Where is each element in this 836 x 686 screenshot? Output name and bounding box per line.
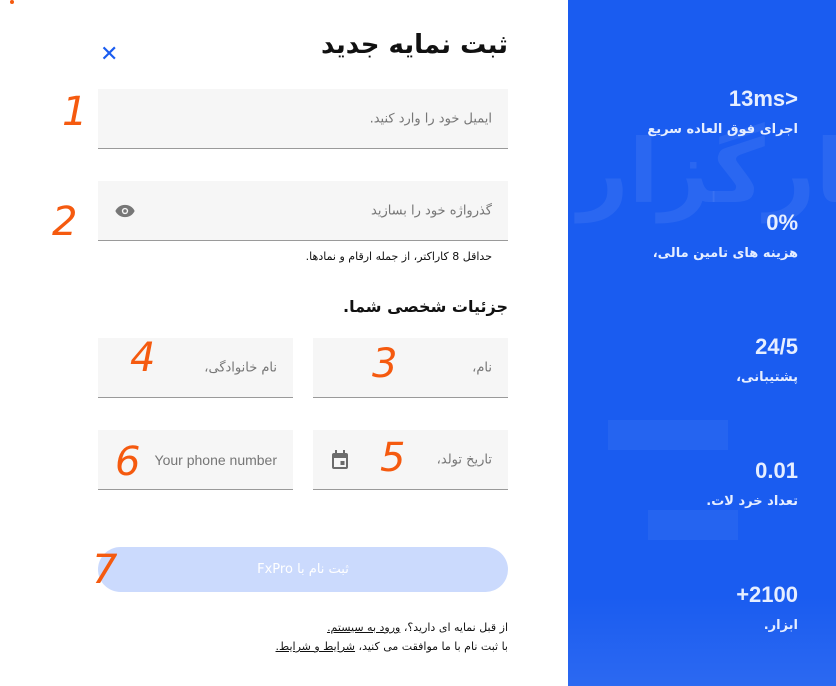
stat-value: 0.01 [755, 458, 798, 483]
password-placeholder: گذرواژه خود را بسازید [371, 203, 492, 218]
last-name-placeholder: نام خانوادگی، [204, 360, 277, 375]
email-field[interactable]: ایمیل خود را وارد کنید. [98, 89, 508, 149]
stat-item: 13ms> اجرای فوق العاده سریع [647, 86, 798, 137]
eye-icon[interactable] [114, 204, 136, 218]
stat-item: 24/5 پشتیبانی، [736, 334, 798, 385]
watermark-band [608, 420, 728, 450]
annotation-7: 7 [92, 547, 118, 593]
terms-link[interactable]: شرایط و شرایط. [276, 640, 356, 653]
stat-label: تعداد خرد لات. [706, 494, 798, 509]
page-title: ثبت نمایه جدید [320, 30, 508, 60]
stat-item: +2100 ابزار. [736, 582, 798, 633]
side-panel: کارگزار 13ms> اجرای فوق العاده سریع 0% ه… [568, 0, 836, 686]
submit-button[interactable]: ثبت نام با FxPro [98, 547, 508, 592]
annotation-4: 4 [130, 335, 156, 381]
stat-value: +2100 [736, 582, 798, 607]
password-field[interactable]: گذرواژه خود را بسازید [98, 181, 508, 241]
footer-text: از قبل نمایه ای دارید؟، ورود به سیستم. ب… [276, 618, 508, 656]
annotation-2: 2 [52, 199, 78, 245]
email-placeholder: ایمیل خود را وارد کنید. [369, 111, 492, 126]
close-icon[interactable]: ✕ [100, 44, 118, 66]
phone-placeholder: Your phone number [154, 451, 277, 468]
stat-item: 0.01 تعداد خرد لات. [706, 458, 798, 509]
registration-form-area: ✕ ثبت نمایه جدید ایمیل خود را وارد کنید.… [0, 0, 568, 686]
birthdate-placeholder: تاریخ تولد، [436, 452, 492, 467]
last-name-field[interactable]: نام خانوادگی، [98, 338, 293, 398]
annotation-6: 6 [115, 439, 141, 485]
annotation-5: 5 [380, 435, 406, 481]
stat-item: 0% هزینه های تامین مالی، [653, 210, 798, 261]
section-title: جزئیات شخصی شما. [342, 297, 508, 316]
footer-line1: از قبل نمایه ای دارید؟، [403, 621, 508, 634]
login-link[interactable]: ورود به سیستم. [327, 621, 400, 634]
stat-label: هزینه های تامین مالی، [652, 246, 798, 261]
birthdate-field[interactable]: تاریخ تولد، [313, 430, 508, 490]
first-name-placeholder: نام، [472, 360, 492, 375]
stat-label: پشتیبانی، [736, 370, 798, 385]
stat-value: 0% [766, 210, 798, 235]
password-hint: حداقل 8 کاراکتر، از جمله ارقام و نمادها. [305, 250, 492, 263]
annotation-3: 3 [372, 341, 398, 387]
annotation-1: 1 [62, 89, 88, 135]
watermark-band [648, 510, 738, 540]
stat-value: 24/5 [755, 334, 798, 359]
calendar-icon[interactable] [331, 449, 349, 470]
stat-value: 13ms> [728, 86, 798, 111]
stat-label: ابزار. [763, 618, 798, 633]
first-name-field[interactable]: نام، [313, 338, 508, 398]
annotation-dot [10, 0, 14, 4]
footer-line2: با ثبت نام با ما موافقت می کنید، [358, 640, 508, 653]
stat-label: اجرای فوق العاده سریع [647, 122, 798, 137]
